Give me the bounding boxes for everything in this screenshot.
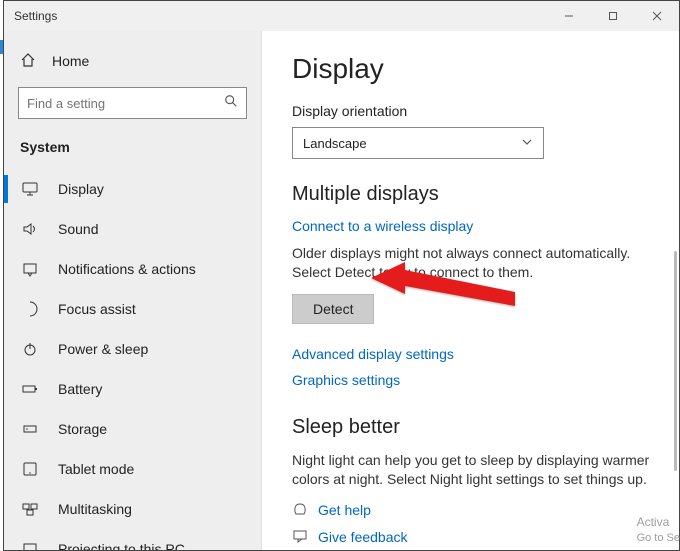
close-button[interactable]: [635, 1, 679, 31]
orientation-value: Landscape: [303, 136, 367, 151]
home-link[interactable]: Home: [4, 43, 261, 79]
help-icon: [292, 501, 308, 520]
nav-notifications[interactable]: Notifications & actions: [4, 249, 261, 289]
search-box[interactable]: [18, 87, 247, 119]
section-title: System: [4, 133, 261, 169]
nav-multitasking[interactable]: Multitasking: [4, 489, 261, 529]
nav-label: Notifications & actions: [58, 261, 196, 277]
notifications-icon: [20, 261, 40, 277]
nav-label: Battery: [58, 381, 102, 397]
projecting-icon: [20, 541, 40, 550]
sleep-description: Night light can help you get to sleep by…: [292, 451, 651, 489]
nav-label: Sound: [58, 221, 98, 237]
page-title: Display: [292, 53, 651, 85]
sound-icon: [20, 221, 40, 237]
power-icon: [20, 341, 40, 357]
nav-label: Storage: [58, 421, 107, 437]
activation-watermark: Activa Go to Se: [637, 515, 680, 545]
nav-label: Projecting to this PC: [58, 541, 185, 550]
nav-display[interactable]: Display: [4, 169, 261, 209]
content-area: Display Display orientation Landscape Mu…: [262, 31, 679, 550]
feedback-icon: [292, 528, 308, 547]
home-icon: [20, 52, 36, 71]
nav-label: Display: [58, 181, 104, 197]
chevron-down-icon: [521, 136, 533, 151]
multiple-displays-heading: Multiple displays: [292, 183, 651, 206]
nav-sound[interactable]: Sound: [4, 209, 261, 249]
sidebar: Home System Display Sound: [4, 31, 262, 550]
get-help-row[interactable]: Get help: [292, 501, 651, 520]
orientation-dropdown[interactable]: Landscape: [292, 127, 544, 159]
display-icon: [20, 181, 40, 197]
home-label: Home: [52, 53, 89, 69]
minimize-button[interactable]: [547, 1, 591, 31]
nav-tablet-mode[interactable]: Tablet mode: [4, 449, 261, 489]
nav-storage[interactable]: Storage: [4, 409, 261, 449]
window-title: Settings: [4, 9, 57, 23]
battery-icon: [20, 381, 40, 397]
focus-icon: [20, 301, 40, 317]
nav-label: Power & sleep: [58, 341, 148, 357]
feedback-link: Give feedback: [318, 529, 408, 545]
maximize-button[interactable]: [591, 1, 635, 31]
graphics-settings-link[interactable]: Graphics settings: [292, 372, 651, 388]
storage-icon: [20, 421, 40, 437]
nav-label: Multitasking: [58, 501, 132, 517]
search-icon: [224, 94, 238, 113]
settings-window: Settings Home: [3, 0, 680, 551]
advanced-display-link[interactable]: Advanced display settings: [292, 346, 651, 362]
orientation-label: Display orientation: [292, 103, 651, 119]
titlebar: Settings: [4, 1, 679, 31]
nav-list: Display Sound Notifications & actions Fo…: [4, 169, 261, 550]
detect-description: Older displays might not always connect …: [292, 244, 651, 282]
scrollbar-thumb[interactable]: [674, 251, 677, 471]
multitasking-icon: [20, 501, 40, 517]
get-help-link: Get help: [318, 502, 371, 518]
tablet-icon: [20, 461, 40, 477]
nav-focus-assist[interactable]: Focus assist: [4, 289, 261, 329]
sleep-better-heading: Sleep better: [292, 416, 651, 439]
wireless-display-link[interactable]: Connect to a wireless display: [292, 218, 651, 234]
nav-power-sleep[interactable]: Power & sleep: [4, 329, 261, 369]
search-input[interactable]: [27, 96, 224, 111]
nav-label: Tablet mode: [58, 461, 134, 477]
detect-button[interactable]: Detect: [292, 294, 374, 324]
window-buttons: [547, 1, 679, 31]
nav-label: Focus assist: [58, 301, 136, 317]
feedback-row[interactable]: Give feedback: [292, 528, 651, 547]
nav-projecting[interactable]: Projecting to this PC: [4, 529, 261, 550]
nav-battery[interactable]: Battery: [4, 369, 261, 409]
